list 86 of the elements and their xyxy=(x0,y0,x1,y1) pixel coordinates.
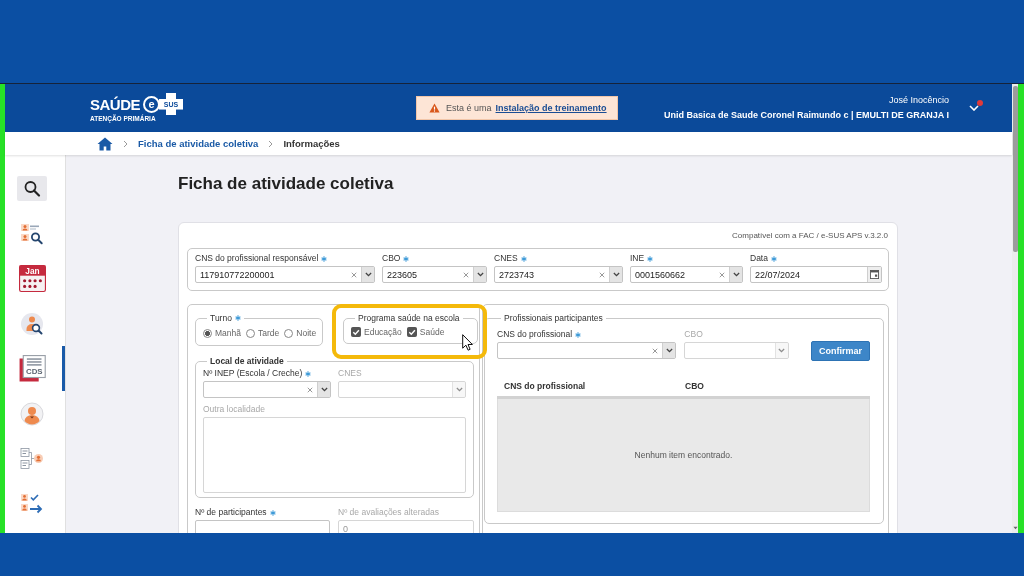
checkbox[interactable] xyxy=(406,327,417,337)
field-label: CNS do profissional responsável xyxy=(195,253,319,264)
scroll-down-icon[interactable] xyxy=(1012,526,1018,530)
radio-button[interactable] xyxy=(203,328,212,338)
field-label: Nº INEP (Escola / Creche) xyxy=(203,368,303,379)
home-icon[interactable] xyxy=(97,136,113,151)
clear-icon[interactable] xyxy=(351,271,357,278)
checkbox-label: Saúde xyxy=(419,327,445,337)
page-title: Ficha de atividade coletiva xyxy=(178,173,394,195)
field-label: INE xyxy=(630,253,645,264)
calendar-month-label: Jan xyxy=(24,265,40,276)
caret-icon xyxy=(969,105,979,111)
group-legend: Programa saúde na escola xyxy=(358,312,460,324)
caret-icon xyxy=(778,348,786,353)
dropdown-button[interactable] xyxy=(662,343,676,358)
notice-text: Esta é uma xyxy=(446,103,492,113)
clear-icon[interactable] xyxy=(463,271,469,278)
training-link[interactable]: Instalação de treinamento xyxy=(495,103,607,113)
field-label: CNS do profissional xyxy=(497,329,573,340)
radio-label: Noite xyxy=(296,328,317,338)
user-name: José Inocêncio xyxy=(888,95,949,106)
scrollbar-thumb[interactable] xyxy=(1012,86,1018,252)
mouse-pointer-icon xyxy=(462,334,473,351)
group-legend: Profissionais participantes xyxy=(504,312,603,324)
caret-icon xyxy=(455,387,463,392)
combo-box[interactable]: 117910772200001 xyxy=(195,266,375,283)
column-header: CBO xyxy=(684,381,705,391)
input-field[interactable] xyxy=(195,520,330,533)
chevron-icon xyxy=(123,139,128,148)
radio-label: Tarde xyxy=(258,328,280,338)
caret-icon xyxy=(364,272,372,277)
breadcrumb-current: Informações xyxy=(283,138,340,149)
logo-text: SAÚDE xyxy=(90,95,140,113)
calendar-icon xyxy=(870,270,879,279)
field-label: Nº de avaliações alteradas xyxy=(338,507,439,518)
group-legend: Local de atividade xyxy=(210,355,284,367)
date-field[interactable]: 22/07/2024 xyxy=(750,266,882,283)
dropdown-button[interactable] xyxy=(473,267,486,282)
clear-icon[interactable] xyxy=(719,271,725,278)
confirm-button[interactable]: Confirmar xyxy=(811,341,870,361)
breadcrumb-link[interactable]: Ficha de atividade coletiva xyxy=(138,138,259,149)
radio-button[interactable] xyxy=(284,328,294,338)
field-label: Outra localidade xyxy=(203,404,265,415)
calendar-button[interactable] xyxy=(867,267,881,282)
chevron-icon xyxy=(268,139,274,148)
dropdown-button[interactable] xyxy=(609,267,622,282)
caret-icon xyxy=(665,348,673,353)
person-icon xyxy=(20,401,44,426)
checkbox-label: Educação xyxy=(364,327,402,337)
clear-icon[interactable] xyxy=(599,271,605,278)
sidebar-item[interactable]: Jan xyxy=(5,256,65,301)
version-note: Compatível com a FAC / e-SUS APS v.3.2.0 xyxy=(731,230,889,242)
clear-icon[interactable] xyxy=(307,386,313,393)
caret-icon xyxy=(612,272,620,277)
person-search-icon xyxy=(20,311,44,336)
field-label: CNES xyxy=(494,253,518,264)
scrollbar[interactable] xyxy=(1012,84,1018,533)
clear-icon[interactable] xyxy=(652,347,659,354)
document-label: CDS xyxy=(25,367,43,377)
combo-box[interactable]: 223605 xyxy=(382,266,487,283)
dropdown-button[interactable] xyxy=(729,267,742,282)
checkbox[interactable] xyxy=(351,327,361,337)
group-legend: Turno xyxy=(210,312,232,324)
field-label: Data xyxy=(750,253,768,264)
field-label: Nº de participantes xyxy=(195,507,267,518)
sidebar-item[interactable]: CDS xyxy=(5,346,65,391)
records-person-icon xyxy=(20,446,44,471)
combo-box[interactable]: 2723743 xyxy=(494,266,623,283)
caret-icon xyxy=(476,272,484,277)
dropdown-button[interactable] xyxy=(317,382,330,397)
people-search-icon xyxy=(20,221,44,246)
radio-label: Manhã xyxy=(215,328,241,338)
caret-icon xyxy=(320,387,328,392)
field-label: CBO xyxy=(684,329,703,340)
empty-message: Nenhum item encontrado. xyxy=(634,450,733,460)
people-transfer-icon xyxy=(20,491,44,516)
unit-name: Unid Basica de Saude Coronel Raimundo c | EMULTI DE GRANJA I xyxy=(663,110,949,121)
column-header: CNS do profissional xyxy=(503,381,587,391)
field-label: CNES xyxy=(338,368,362,379)
radio-button[interactable] xyxy=(246,328,255,338)
search-icon xyxy=(17,176,47,201)
combo-box[interactable]: 0001560662 xyxy=(630,266,743,283)
dropdown-button[interactable] xyxy=(361,267,374,282)
caret-icon xyxy=(732,272,740,277)
warning-icon xyxy=(429,103,440,113)
field-label: CBO xyxy=(382,253,401,264)
